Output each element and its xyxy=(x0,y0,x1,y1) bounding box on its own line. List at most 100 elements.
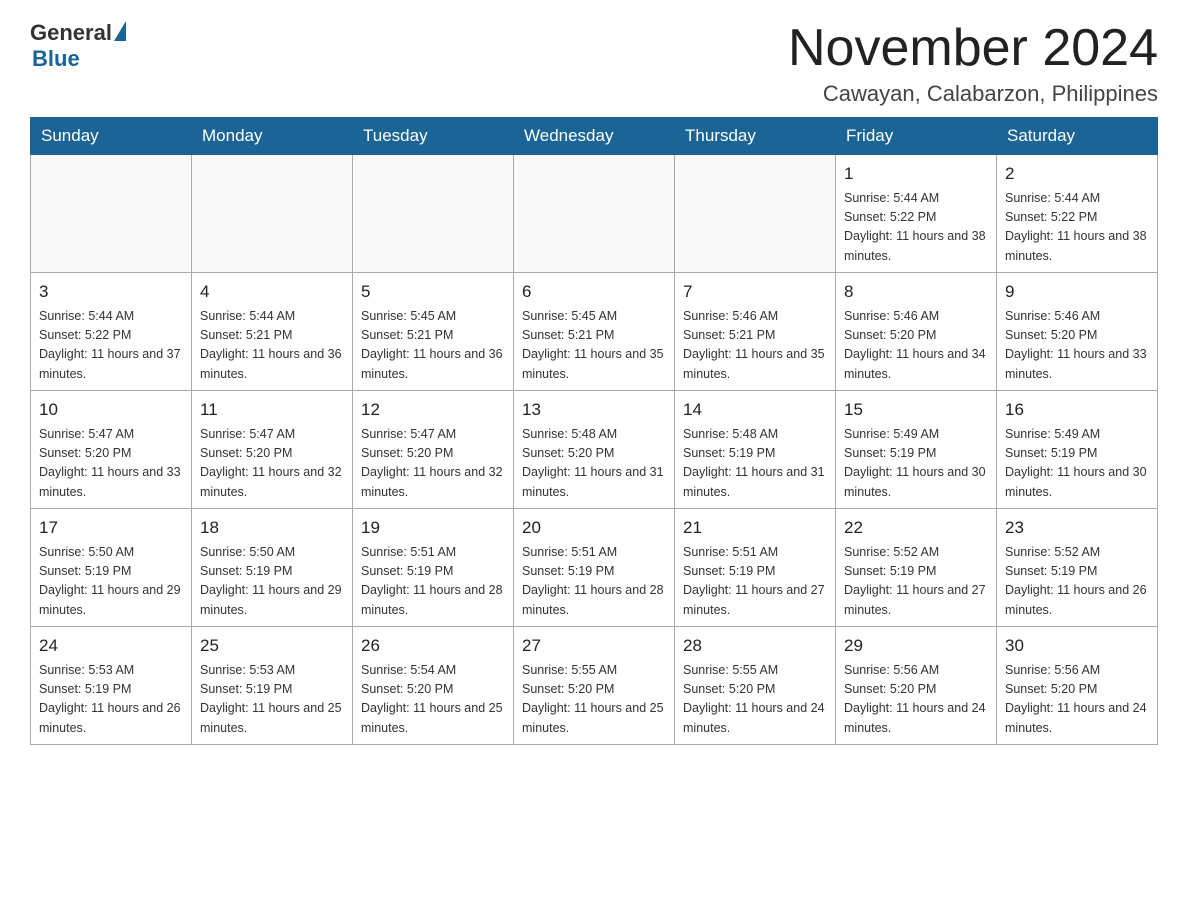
calendar-week-row: 1Sunrise: 5:44 AMSunset: 5:22 PMDaylight… xyxy=(31,155,1158,273)
day-number: 1 xyxy=(844,161,988,187)
calendar-cell: 16Sunrise: 5:49 AMSunset: 5:19 PMDayligh… xyxy=(997,391,1158,509)
day-number: 28 xyxy=(683,633,827,659)
calendar-cell: 28Sunrise: 5:55 AMSunset: 5:20 PMDayligh… xyxy=(675,627,836,745)
day-info: Sunrise: 5:54 AMSunset: 5:20 PMDaylight:… xyxy=(361,661,505,739)
col-wednesday: Wednesday xyxy=(514,118,675,155)
location-title: Cawayan, Calabarzon, Philippines xyxy=(788,81,1158,107)
day-info: Sunrise: 5:46 AMSunset: 5:21 PMDaylight:… xyxy=(683,307,827,385)
calendar-cell: 14Sunrise: 5:48 AMSunset: 5:19 PMDayligh… xyxy=(675,391,836,509)
calendar-cell: 1Sunrise: 5:44 AMSunset: 5:22 PMDaylight… xyxy=(836,155,997,273)
day-info: Sunrise: 5:45 AMSunset: 5:21 PMDaylight:… xyxy=(361,307,505,385)
day-number: 6 xyxy=(522,279,666,305)
day-info: Sunrise: 5:44 AMSunset: 5:22 PMDaylight:… xyxy=(39,307,183,385)
calendar-cell: 3Sunrise: 5:44 AMSunset: 5:22 PMDaylight… xyxy=(31,273,192,391)
calendar-cell xyxy=(31,155,192,273)
day-number: 26 xyxy=(361,633,505,659)
day-info: Sunrise: 5:44 AMSunset: 5:21 PMDaylight:… xyxy=(200,307,344,385)
calendar-cell: 24Sunrise: 5:53 AMSunset: 5:19 PMDayligh… xyxy=(31,627,192,745)
calendar-cell: 20Sunrise: 5:51 AMSunset: 5:19 PMDayligh… xyxy=(514,509,675,627)
logo-general-text: General xyxy=(30,20,112,46)
day-info: Sunrise: 5:48 AMSunset: 5:19 PMDaylight:… xyxy=(683,425,827,503)
title-block: November 2024 Cawayan, Calabarzon, Phili… xyxy=(788,20,1158,107)
day-number: 5 xyxy=(361,279,505,305)
day-info: Sunrise: 5:51 AMSunset: 5:19 PMDaylight:… xyxy=(683,543,827,621)
calendar-cell: 9Sunrise: 5:46 AMSunset: 5:20 PMDaylight… xyxy=(997,273,1158,391)
day-info: Sunrise: 5:55 AMSunset: 5:20 PMDaylight:… xyxy=(683,661,827,739)
calendar-cell: 30Sunrise: 5:56 AMSunset: 5:20 PMDayligh… xyxy=(997,627,1158,745)
logo-triangle-icon xyxy=(114,21,126,41)
calendar-header-row: Sunday Monday Tuesday Wednesday Thursday… xyxy=(31,118,1158,155)
col-sunday: Sunday xyxy=(31,118,192,155)
day-number: 16 xyxy=(1005,397,1149,423)
day-number: 9 xyxy=(1005,279,1149,305)
col-tuesday: Tuesday xyxy=(353,118,514,155)
calendar-week-row: 3Sunrise: 5:44 AMSunset: 5:22 PMDaylight… xyxy=(31,273,1158,391)
day-number: 11 xyxy=(200,397,344,423)
day-number: 27 xyxy=(522,633,666,659)
calendar-cell: 25Sunrise: 5:53 AMSunset: 5:19 PMDayligh… xyxy=(192,627,353,745)
calendar-week-row: 10 Sunrise: 5:47 AMSunset: 5:20 PMDayligh… xyxy=(31,391,1158,509)
day-number: 30 xyxy=(1005,633,1149,659)
calendar-cell xyxy=(675,155,836,273)
calendar-cell: 6Sunrise: 5:45 AMSunset: 5:21 PMDaylight… xyxy=(514,273,675,391)
month-title: November 2024 xyxy=(788,20,1158,77)
day-number: 21 xyxy=(683,515,827,541)
day-number: 2 xyxy=(1005,161,1149,187)
day-number: 4 xyxy=(200,279,344,305)
logo-blue-text: Blue xyxy=(32,46,80,72)
col-friday: Friday xyxy=(836,118,997,155)
calendar-cell xyxy=(514,155,675,273)
calendar-cell: 8Sunrise: 5:46 AMSunset: 5:20 PMDaylight… xyxy=(836,273,997,391)
calendar-cell: 11Sunrise: 5:47 AMSunset: 5:20 PMDayligh… xyxy=(192,391,353,509)
day-info: Sunrise: 5:56 AMSunset: 5:20 PMDaylight:… xyxy=(844,661,988,739)
day-info: Sunrise: 5:50 AMSunset: 5:19 PMDaylight:… xyxy=(39,543,183,621)
day-number: 3 xyxy=(39,279,183,305)
calendar-cell: 19Sunrise: 5:51 AMSunset: 5:19 PMDayligh… xyxy=(353,509,514,627)
calendar-cell: 26Sunrise: 5:54 AMSunset: 5:20 PMDayligh… xyxy=(353,627,514,745)
day-info: Sunrise: 5:49 AMSunset: 5:19 PMDaylight:… xyxy=(1005,425,1149,503)
day-number: 19 xyxy=(361,515,505,541)
day-info: Sunrise: 5:44 AMSunset: 5:22 PMDaylight:… xyxy=(844,189,988,267)
day-info: Sunrise: 5:53 AMSunset: 5:19 PMDaylight:… xyxy=(39,661,183,739)
col-monday: Monday xyxy=(192,118,353,155)
day-info: Sunrise: 5:51 AMSunset: 5:19 PMDaylight:… xyxy=(361,543,505,621)
day-info: Sunrise: 5:50 AMSunset: 5:19 PMDaylight:… xyxy=(200,543,344,621)
calendar-table: Sunday Monday Tuesday Wednesday Thursday… xyxy=(30,117,1158,745)
calendar-cell: 29Sunrise: 5:56 AMSunset: 5:20 PMDayligh… xyxy=(836,627,997,745)
day-info: Sunrise: 5:56 AMSunset: 5:20 PMDaylight:… xyxy=(1005,661,1149,739)
calendar-cell: 15Sunrise: 5:49 AMSunset: 5:19 PMDayligh… xyxy=(836,391,997,509)
calendar-cell: 13Sunrise: 5:48 AMSunset: 5:20 PMDayligh… xyxy=(514,391,675,509)
calendar-cell: 23Sunrise: 5:52 AMSunset: 5:19 PMDayligh… xyxy=(997,509,1158,627)
day-number: 17 xyxy=(39,515,183,541)
day-info: Sunrise: 5:48 AMSunset: 5:20 PMDaylight:… xyxy=(522,425,666,503)
calendar-cell: 7Sunrise: 5:46 AMSunset: 5:21 PMDaylight… xyxy=(675,273,836,391)
day-number: 29 xyxy=(844,633,988,659)
calendar-cell: 17Sunrise: 5:50 AMSunset: 5:19 PMDayligh… xyxy=(31,509,192,627)
calendar-cell xyxy=(192,155,353,273)
day-info: Sunrise: 5:49 AMSunset: 5:19 PMDaylight:… xyxy=(844,425,988,503)
calendar-cell: 2Sunrise: 5:44 AMSunset: 5:22 PMDaylight… xyxy=(997,155,1158,273)
day-number: 13 xyxy=(522,397,666,423)
logo: General Blue xyxy=(30,20,126,72)
day-info: Sunrise: 5:44 AMSunset: 5:22 PMDaylight:… xyxy=(1005,189,1149,267)
day-number: 20 xyxy=(522,515,666,541)
calendar-cell: 21Sunrise: 5:51 AMSunset: 5:19 PMDayligh… xyxy=(675,509,836,627)
day-info: Sunrise: 5:45 AMSunset: 5:21 PMDaylight:… xyxy=(522,307,666,385)
day-number: 18 xyxy=(200,515,344,541)
day-info: Sunrise: 5:55 AMSunset: 5:20 PMDaylight:… xyxy=(522,661,666,739)
day-number: 22 xyxy=(844,515,988,541)
day-info: Sunrise: 5:47 AMSunset: 5:20 PMDaylight:… xyxy=(200,425,344,503)
day-number: 14 xyxy=(683,397,827,423)
calendar-cell: 12Sunrise: 5:47 AMSunset: 5:20 PMDayligh… xyxy=(353,391,514,509)
day-number: 24 xyxy=(39,633,183,659)
calendar-cell xyxy=(353,155,514,273)
day-number: 25 xyxy=(200,633,344,659)
day-info: Sunrise: 5:47 AMSunset: 5:20 PMDaylight:… xyxy=(361,425,505,503)
calendar-week-row: 17Sunrise: 5:50 AMSunset: 5:19 PMDayligh… xyxy=(31,509,1158,627)
day-number: 10 xyxy=(39,397,183,423)
calendar-cell: 4Sunrise: 5:44 AMSunset: 5:21 PMDaylight… xyxy=(192,273,353,391)
day-info: Sunrise: 5:52 AMSunset: 5:19 PMDaylight:… xyxy=(844,543,988,621)
day-number: 7 xyxy=(683,279,827,305)
calendar-cell: 5Sunrise: 5:45 AMSunset: 5:21 PMDaylight… xyxy=(353,273,514,391)
day-info: Sunrise: 5:46 AMSunset: 5:20 PMDaylight:… xyxy=(1005,307,1149,385)
